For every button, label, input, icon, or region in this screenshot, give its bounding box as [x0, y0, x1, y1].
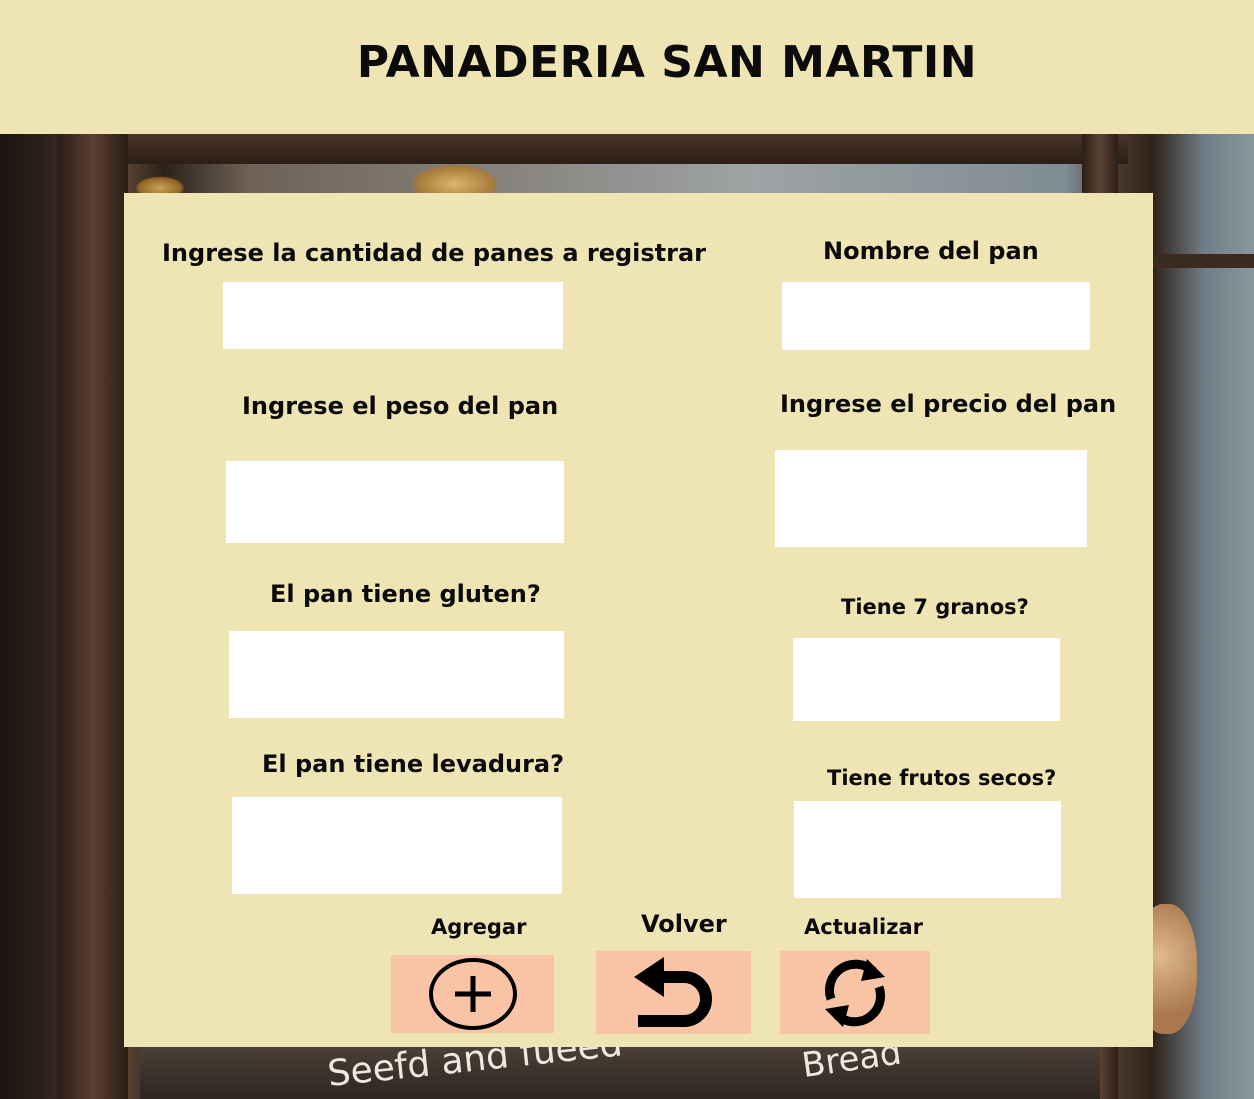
levadura-label: El pan tiene levadura?	[262, 750, 565, 778]
granos-label: Tiene 7 granos?	[841, 595, 1029, 619]
agregar-label: Agregar	[431, 915, 527, 939]
window-post-left	[58, 134, 128, 1099]
nombre-label: Nombre del pan	[823, 237, 1039, 265]
gluten-input[interactable]	[229, 631, 564, 718]
volver-label: Volver	[641, 910, 727, 938]
peso-input[interactable]	[226, 461, 564, 543]
cantidad-input[interactable]	[223, 282, 563, 349]
window-beam	[128, 134, 1128, 164]
frutos-input[interactable]	[794, 801, 1061, 898]
agregar-button[interactable]	[391, 955, 554, 1033]
app-title: PANADERIA SAN MARTIN	[356, 36, 978, 88]
levadura-input[interactable]	[232, 797, 562, 894]
bread-form-panel: Ingrese la cantidad de panes a registrar…	[124, 193, 1153, 1047]
precio-label: Ingrese el precio del pan	[780, 390, 1117, 418]
refresh-icon	[817, 955, 893, 1031]
window-rail	[1150, 254, 1254, 268]
undo-arrow-icon	[632, 955, 716, 1031]
volver-button[interactable]	[596, 951, 751, 1034]
plus-circle-icon	[427, 956, 519, 1032]
cantidad-label: Ingrese la cantidad de panes a registrar	[162, 239, 707, 267]
granos-input[interactable]	[793, 638, 1060, 721]
gluten-label: El pan tiene gluten?	[270, 580, 541, 608]
actualizar-button[interactable]	[780, 951, 930, 1034]
nombre-input[interactable]	[782, 282, 1090, 350]
app-header: PANADERIA SAN MARTIN	[0, 0, 1254, 134]
actualizar-label: Actualizar	[804, 915, 924, 939]
peso-label: Ingrese el peso del pan	[242, 392, 559, 420]
frutos-label: Tiene frutos secos?	[827, 766, 1057, 790]
precio-input[interactable]	[775, 450, 1087, 547]
